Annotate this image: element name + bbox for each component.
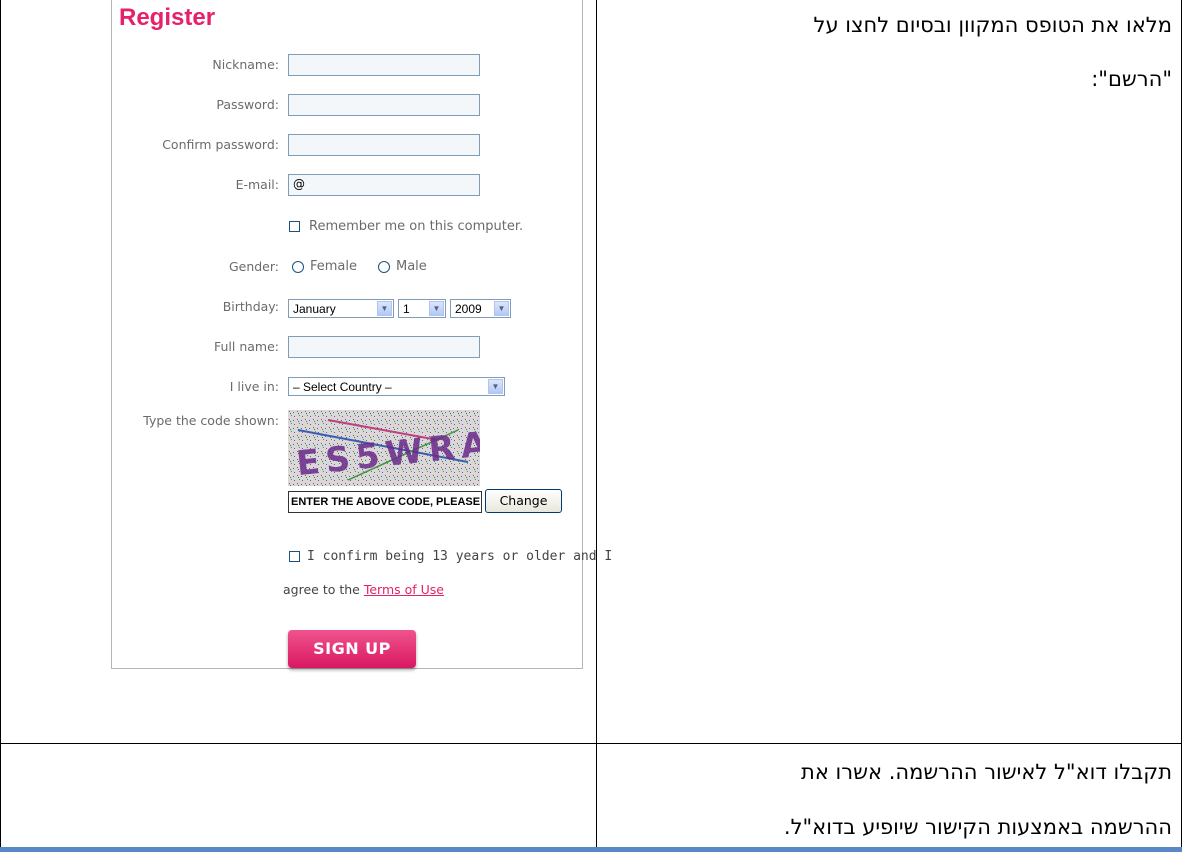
confirm-password-label: Confirm password:: [162, 137, 279, 152]
captcha-code-input[interactable]: ENTER THE ABOVE CODE, PLEASE: [288, 491, 482, 513]
form-title: Register: [119, 4, 216, 31]
fullname-label: Full name:: [213, 339, 279, 354]
nickname-input[interactable]: [288, 54, 480, 76]
chevron-down-icon: ▼: [488, 379, 503, 394]
country-select[interactable]: – Select Country – ▼: [288, 377, 505, 396]
chevron-down-icon: ▼: [494, 301, 509, 316]
captcha-image: ES5WRA: [288, 410, 480, 486]
step2-line2: ההרשמה באמצעות הקישור שיופיע בדוא"ל.: [783, 815, 1172, 839]
terms-line: agree to the Terms of Use: [283, 582, 444, 597]
confirm-password-input[interactable]: [288, 134, 480, 156]
step1-line2: "הרשם":: [1091, 67, 1172, 91]
document-table: מלאו את הטופס המקוון ובסיום לחצו על "הרש…: [0, 0, 1182, 852]
gender-male-label: Male: [396, 259, 427, 274]
birthday-day-select[interactable]: 1 ▼: [398, 299, 446, 318]
birthday-month-value: January: [293, 302, 336, 316]
birthday-month-select[interactable]: January ▼: [288, 299, 394, 318]
chevron-down-icon: ▼: [429, 301, 444, 316]
table-divider-center: [596, 0, 597, 847]
table-border-left: [0, 0, 1, 847]
age-confirm-label: I confirm being 13 years or older and I: [307, 549, 613, 564]
terms-of-use-link[interactable]: Terms of Use: [364, 582, 444, 597]
password-label: Password:: [216, 97, 279, 112]
nickname-label: Nickname:: [212, 57, 279, 72]
age-confirm-checkbox[interactable]: [289, 551, 300, 562]
code-label: Type the code shown:: [143, 413, 279, 428]
email-label: E-mail:: [235, 177, 279, 192]
remember-label: Remember me on this computer.: [309, 219, 524, 234]
gender-male-radio[interactable]: [378, 261, 390, 273]
change-captcha-button[interactable]: Change: [485, 489, 562, 513]
birthday-day-value: 1: [403, 302, 410, 316]
terms-prefix: agree to the: [283, 582, 360, 597]
register-form: Register Nickname: Password: Confirm pas…: [111, 0, 612, 669]
fullname-input[interactable]: [288, 336, 480, 358]
email-input[interactable]: @: [288, 174, 480, 196]
sign-up-button[interactable]: SIGN UP: [288, 630, 416, 668]
password-input[interactable]: [288, 94, 480, 116]
gender-label: Gender:: [228, 259, 279, 274]
step2-line1: תקבלו דוא"ל לאישור ההרשמה. אשרו את: [801, 760, 1172, 784]
country-label: I live in:: [229, 379, 279, 394]
chevron-down-icon: ▼: [377, 301, 392, 316]
birthday-label: Birthday:: [222, 299, 279, 314]
country-value: – Select Country –: [293, 380, 392, 394]
birthday-year-value: 2009: [455, 302, 482, 316]
gender-female-radio[interactable]: [292, 261, 304, 273]
step1-line1: מלאו את הטופס המקוון ובסיום לחצו על: [813, 13, 1172, 37]
gender-female-label: Female: [310, 259, 358, 274]
footer-accent-bar: [0, 847, 1182, 852]
birthday-year-select[interactable]: 2009 ▼: [450, 299, 511, 318]
table-row-divider: [0, 743, 1182, 744]
remember-checkbox[interactable]: [289, 221, 300, 232]
